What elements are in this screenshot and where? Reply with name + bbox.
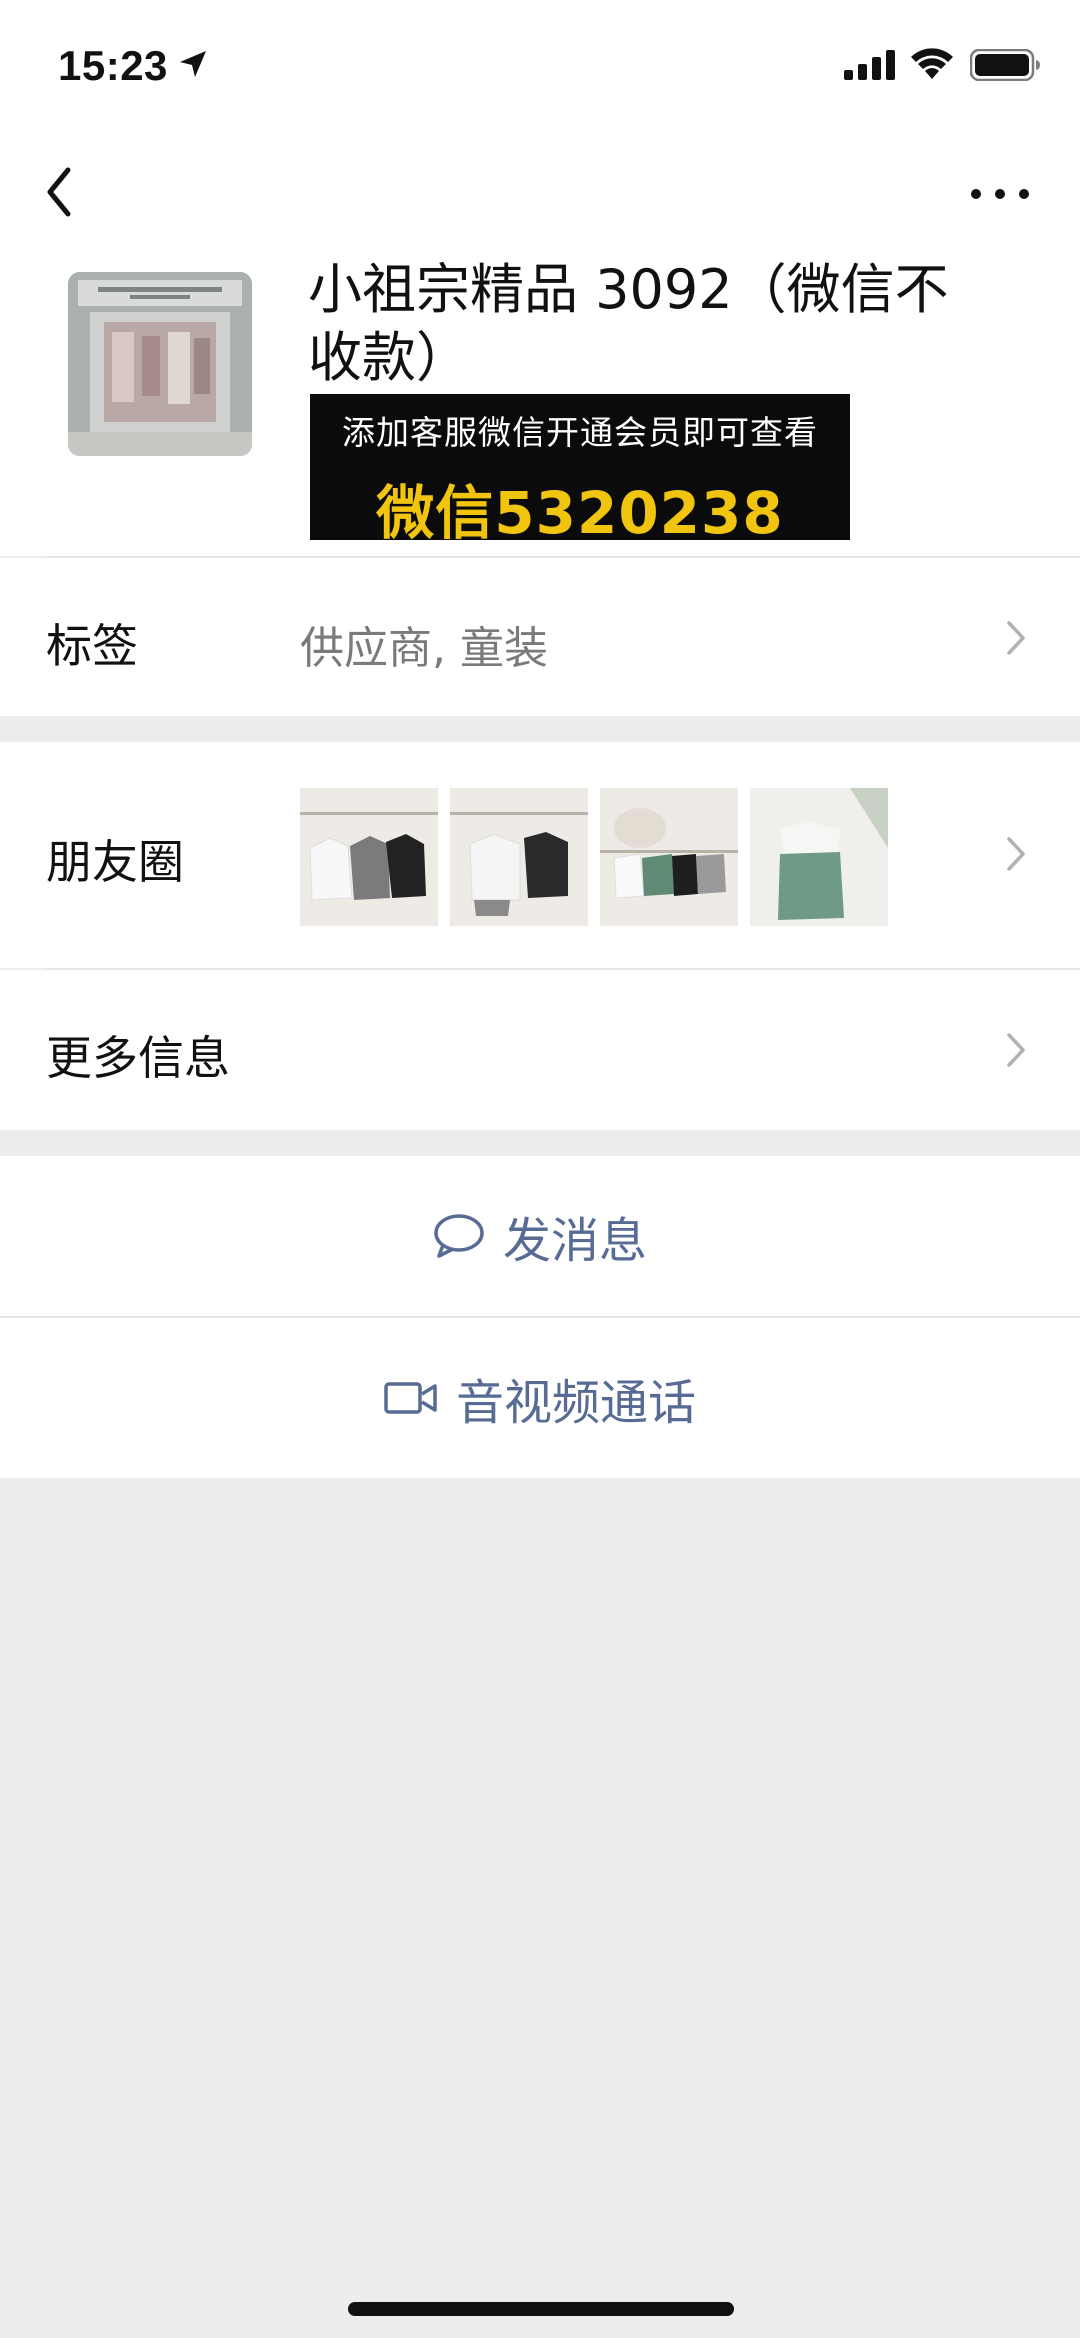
more-info-row[interactable]: 更多信息: [0, 970, 1080, 1130]
moments-label: 朋友圈: [46, 835, 184, 889]
chat-bubble-icon: [434, 1214, 484, 1258]
signal-icon: [844, 50, 895, 80]
battery-icon: [970, 49, 1040, 81]
promo-text: 添加客服微信开通会员即可查看: [342, 413, 818, 452]
home-indicator[interactable]: [348, 2302, 734, 2316]
video-call-label: 音视频通话: [455, 1375, 696, 1431]
wifi-icon: [911, 48, 953, 79]
avatar-storefront-image: [68, 272, 252, 456]
chevron-right-icon: [1007, 621, 1025, 655]
tags-value: 供应商, 童装: [300, 623, 548, 674]
status-time: 15:23: [58, 42, 168, 89]
send-message-label: 发消息: [502, 1213, 647, 1269]
moments-thumbnail: [450, 788, 588, 926]
moments-row[interactable]: 朋友圈: [0, 742, 1080, 968]
video-call-button[interactable]: 音视频通话: [0, 1318, 1080, 1478]
tags-row[interactable]: 标签 供应商, 童装: [0, 558, 1080, 716]
tags-label: 标签: [46, 619, 138, 673]
profile-header: 小祖宗精品 3092（微信不收款） 添加客服微信开通会员即可查看 微信53202…: [0, 250, 1080, 556]
video-camera-icon: [384, 1382, 437, 1414]
promo-banner: 添加客服微信开通会员即可查看 微信5320238: [310, 394, 850, 547]
more-info-label: 更多信息: [46, 1031, 230, 1085]
chevron-right-icon: [1007, 1033, 1025, 1067]
more-options-icon[interactable]: [968, 186, 1032, 202]
avatar[interactable]: [68, 272, 252, 456]
promo-wechat-id: 微信5320238: [376, 479, 784, 547]
moments-thumbnail: [600, 788, 738, 926]
location-arrow-icon: [180, 51, 206, 77]
moments-thumbnail: [750, 788, 888, 926]
back-chevron-icon[interactable]: [40, 162, 80, 222]
chevron-right-icon: [1007, 837, 1025, 871]
nav-bar: [0, 130, 1080, 250]
contact-name: 小祖宗精品 3092（微信不收款）: [308, 258, 949, 389]
send-message-button[interactable]: 发消息: [0, 1156, 1080, 1316]
moments-thumbnail: [300, 788, 438, 926]
status-bar: 15:23: [0, 0, 1080, 130]
